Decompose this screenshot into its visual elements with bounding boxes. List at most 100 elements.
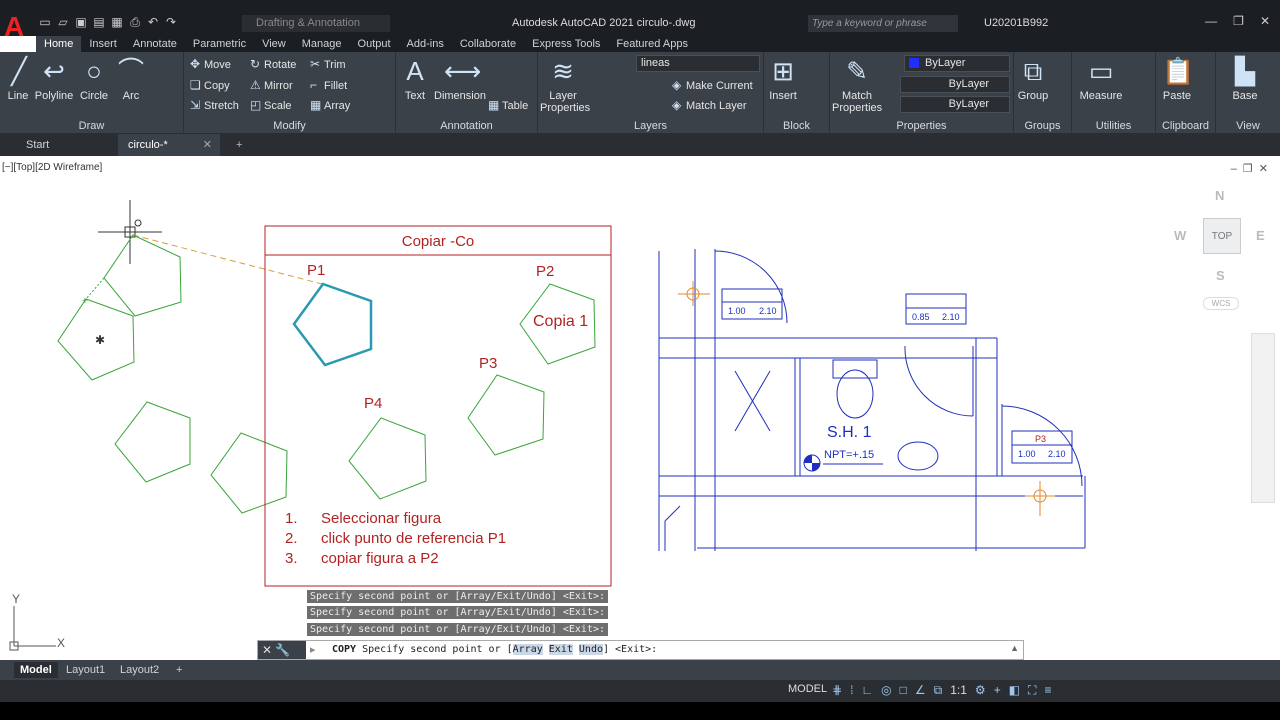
osnap-icon[interactable]: □ xyxy=(900,683,907,698)
base-button[interactable]: ▙ Base xyxy=(1228,56,1262,102)
web-icon[interactable]: ▦ xyxy=(110,15,124,29)
paste-button[interactable]: 📋 Paste xyxy=(1160,56,1194,102)
close-tab-icon[interactable]: ✕ xyxy=(203,134,212,156)
compass-north[interactable]: N xyxy=(1215,188,1224,203)
tab-parametric[interactable]: Parametric xyxy=(185,36,254,52)
make-current-button[interactable]: ◈ Make Current xyxy=(672,78,753,92)
match-layer-button[interactable]: ◈ Match Layer xyxy=(672,98,747,112)
selection-cycling-icon[interactable]: ⧉ xyxy=(934,683,943,698)
dimension-button[interactable]: ⟷ Dimension xyxy=(434,56,486,102)
tab-express-tools[interactable]: Express Tools xyxy=(524,36,608,52)
clipboard-panel-title[interactable]: Clipboard xyxy=(1156,120,1215,132)
close-command-icon[interactable]: ✕ xyxy=(262,643,272,657)
autocad-logo[interactable]: A xyxy=(4,12,30,42)
tab-collaborate[interactable]: Collaborate xyxy=(452,36,524,52)
tab-annotate[interactable]: Annotate xyxy=(125,36,185,52)
plus-icon[interactable]: + xyxy=(994,683,1001,698)
layer-properties-button[interactable]: ≋ Layer Properties xyxy=(540,56,590,114)
tab-view[interactable]: View xyxy=(254,36,294,52)
command-prompt-icon[interactable]: ▸ xyxy=(310,643,316,656)
new-icon[interactable]: ▭ xyxy=(38,15,52,29)
open-icon[interactable]: ▱ xyxy=(56,15,70,29)
undo-icon[interactable]: ↶ xyxy=(146,15,160,29)
stretch-button[interactable]: ⇲ Stretch xyxy=(190,98,239,112)
plot-icon[interactable]: ⎙ xyxy=(128,15,142,29)
table-button[interactable]: ▦ Table xyxy=(488,98,528,112)
rotate-button[interactable]: ↻ Rotate xyxy=(250,57,296,71)
linetype-select[interactable]: ByLayer xyxy=(900,76,1010,93)
option-array[interactable]: Array xyxy=(512,644,543,655)
circle-button[interactable]: ○ Circle xyxy=(78,56,110,102)
block-panel-title[interactable]: Block xyxy=(764,120,829,132)
layers-panel-title[interactable]: Layers xyxy=(538,120,763,132)
maximize-icon[interactable]: ❐ xyxy=(1233,14,1244,28)
layer-select[interactable]: lineas xyxy=(636,55,760,72)
scale-button[interactable]: ◰ Scale xyxy=(250,98,292,112)
start-tab[interactable]: Start xyxy=(16,134,116,156)
group-button[interactable]: ⧉ Group xyxy=(1016,56,1050,102)
save-icon[interactable]: ▣ xyxy=(74,15,88,29)
text-button[interactable]: A Text xyxy=(400,56,430,102)
line-button[interactable]: ╱ Line xyxy=(4,56,32,102)
insert-button[interactable]: ⊞ Insert xyxy=(766,56,800,102)
otrack-icon[interactable]: ∠ xyxy=(915,683,926,698)
workspace-select[interactable]: Drafting & Annotation xyxy=(242,15,390,32)
lineweight-select[interactable]: ByLayer xyxy=(900,96,1010,113)
color-select[interactable]: ByLayer xyxy=(904,55,1010,72)
tab-home[interactable]: Home xyxy=(36,36,82,52)
command-history-toggle-icon[interactable]: ▲ xyxy=(1010,643,1019,653)
annotation-panel-title[interactable]: Annotation xyxy=(396,120,537,132)
option-exit[interactable]: Exit xyxy=(548,644,573,655)
fillet-button[interactable]: ⌐ Fillet xyxy=(310,78,347,92)
move-button[interactable]: ✥ Move xyxy=(190,57,231,71)
file-tab[interactable]: circulo-* ✕ xyxy=(118,134,220,156)
compass-east[interactable]: E xyxy=(1256,228,1265,243)
tab-add-ins[interactable]: Add-ins xyxy=(399,36,452,52)
drawing-canvas[interactable]: [−][Top][2D Wireframe] –❐✕ ✱ + Copiar -C… xyxy=(0,156,1280,660)
properties-panel-title[interactable]: Properties xyxy=(830,120,1013,132)
ortho-icon[interactable]: ∟ xyxy=(861,683,873,698)
compass-west[interactable]: W xyxy=(1174,228,1186,243)
customize-command-icon[interactable]: 🔧 xyxy=(275,643,290,657)
groups-panel-title[interactable]: Groups xyxy=(1014,120,1071,132)
add-layout-icon[interactable]: + xyxy=(170,662,188,678)
isolate-icon[interactable]: ◧ xyxy=(1009,683,1020,698)
tab-output[interactable]: Output xyxy=(350,36,399,52)
navigation-bar[interactable] xyxy=(1251,333,1275,503)
trim-button[interactable]: ✂ Trim xyxy=(310,57,346,71)
grid-icon[interactable]: ⋕ xyxy=(832,683,842,698)
modify-panel-title[interactable]: Modify xyxy=(184,120,395,132)
minimize-icon[interactable]: — xyxy=(1205,14,1217,28)
tab-insert[interactable]: Insert xyxy=(81,36,125,52)
viewcube-top[interactable]: TOP xyxy=(1203,218,1241,254)
save-as-icon[interactable]: ▤ xyxy=(92,15,106,29)
close-icon[interactable]: ✕ xyxy=(1260,14,1270,28)
copy-button[interactable]: ❏ Copy xyxy=(190,78,230,92)
search-input[interactable]: Type a keyword or phrase xyxy=(808,15,958,32)
tab-model[interactable]: Model xyxy=(14,662,58,678)
model-space-button[interactable]: MODEL xyxy=(788,683,827,695)
match-properties-button[interactable]: ✎ Match Properties xyxy=(832,56,882,114)
fullscreen-icon[interactable]: ⛶ xyxy=(1028,683,1036,698)
new-tab-icon[interactable]: + xyxy=(226,134,246,156)
array-button[interactable]: ▦ Array xyxy=(310,98,350,112)
view-panel-title[interactable]: View xyxy=(1216,120,1280,132)
utilities-panel-title[interactable]: Utilities xyxy=(1072,120,1155,132)
option-undo[interactable]: Undo xyxy=(578,644,603,655)
annotation-scale[interactable]: 1:1 xyxy=(950,683,967,698)
command-line[interactable]: ✕ 🔧 ▸ COPY Specify second point or [Arra… xyxy=(257,640,1024,660)
polar-icon[interactable]: ◎ xyxy=(881,683,891,698)
tab-layout2[interactable]: Layout2 xyxy=(114,662,165,678)
compass-south[interactable]: S xyxy=(1216,268,1225,283)
arc-button[interactable]: ⌒ Arc xyxy=(116,56,146,102)
redo-icon[interactable]: ↷ xyxy=(164,15,178,29)
tab-layout1[interactable]: Layout1 xyxy=(60,662,111,678)
mirror-button[interactable]: ⚠ Mirror xyxy=(250,78,293,92)
customize-icon[interactable]: ≡ xyxy=(1044,683,1051,698)
wcs-menu[interactable]: WCS xyxy=(1203,297,1239,310)
snap-icon[interactable]: ⁞ xyxy=(850,683,853,698)
tab-manage[interactable]: Manage xyxy=(294,36,350,52)
draw-panel-title[interactable]: Draw xyxy=(0,120,183,132)
tab-featured-apps[interactable]: Featured Apps xyxy=(608,36,696,52)
measure-button[interactable]: ▭ Measure xyxy=(1076,56,1126,102)
